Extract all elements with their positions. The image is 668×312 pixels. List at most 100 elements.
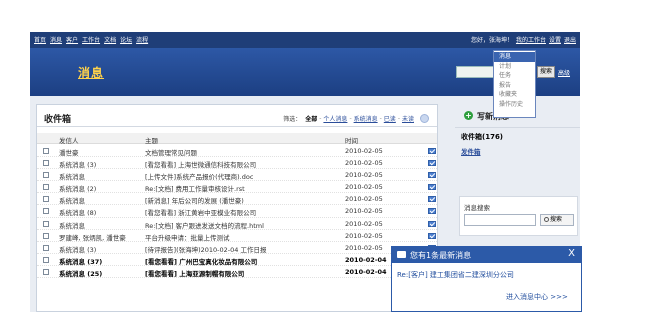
row-subject[interactable]: [看您看看] 上海世微通信科技有限公司 [145,159,256,169]
message-center-link[interactable]: 进入消息中心 >>> [506,292,568,302]
row-time: 2010-02-04 [345,267,387,276]
row-sender: 系统消息 (3) [59,245,97,254]
advanced-search-link[interactable]: 高级 [558,68,570,77]
column-time[interactable]: 时间 [345,135,358,145]
table-header: 发信人 主题 时间 [37,133,437,145]
settings-link[interactable]: 设置 [549,35,561,44]
top-nav-documents[interactable]: 文档 [104,35,116,44]
workbench-dropdown: 消息 计划 任务 报告 收藏夹 操作历史 [493,50,536,118]
row-subject[interactable]: [上传文件]系统产品报价(代理商).doc [145,171,253,181]
row-checkbox[interactable] [43,196,49,203]
top-nav-workflow[interactable]: 流程 [136,35,148,44]
row-subject[interactable]: Re:[文档] 费用工作量审核设计.rst [145,183,245,193]
filter-unread[interactable]: 未读 [402,114,414,123]
row-checkbox[interactable] [43,184,49,191]
table-row[interactable]: 系统消息 (3) [待评报告](张海坤)2010-02-04 工作日报 2010-0… [37,242,437,254]
inbox-title: 收件箱 [44,115,72,125]
row-sender: 潘世豪 [59,149,79,157]
logout-link[interactable]: 退出 [564,35,576,44]
row-checkbox[interactable] [43,244,49,251]
table-row[interactable]: 系统消息 (3) [看您看看] 上海世微通信科技有限公司 2010-02-05 [37,157,437,170]
search-title: 消息搜索 [464,204,490,212]
message-search-button[interactable]: 搜索 [540,214,574,226]
dropdown-item-history[interactable]: 操作历史 [494,100,535,110]
page-title[interactable]: 消息 [78,64,104,81]
row-time: 2010-02-05 [345,171,383,180]
top-bar: 首页 消息 客户 工作台 文档 论坛 流程 您好，张海坤！ 我的工作台 设置 退… [30,32,580,48]
greeting: 您好，张海坤！ [470,37,513,44]
table-row[interactable]: 系统消息 (8) [看您看看] 浙江黄岩中亚模业有限公司 2010-02-05 [37,205,437,218]
dropdown-item-favorites[interactable]: 收藏夹 [494,90,535,100]
refresh-icon[interactable] [420,114,429,123]
top-nav-messages[interactable]: 消息 [50,35,62,44]
filter-read[interactable]: 已读 [384,114,396,123]
row-subject[interactable]: [待评报告](张海坤)2010-02-04 工作日报 [145,244,267,254]
row-subject[interactable]: [新消息] 年后公司的发展 (潘世豪) [145,195,244,205]
row-time: 2010-02-05 [345,183,383,192]
my-workbench-link[interactable]: 我的工作台 [516,35,546,44]
new-message-popup: 您有1条最新消息 X Re:[客户] 建工集团省二建深圳分公司 进入消息中心 >… [391,246,582,312]
close-icon[interactable]: X [568,248,575,259]
table-row[interactable]: 系统消息 [新消息] 年后公司的发展 (潘世豪) 2010-02-05 [37,193,437,206]
top-nav-forum[interactable]: 论坛 [120,35,132,44]
row-subject[interactable]: [看您看看] 上海亚源制帽有限公司 [145,268,244,278]
table-row[interactable]: 罗建峰, 张炳凯, 潘世豪 平台升级申请：批量上传测试 2010-02-05 [37,230,437,242]
table-row[interactable]: 系统消息 [上传文件]系统产品报价(代理商).doc 2010-02-05 [37,169,437,182]
envelope-icon[interactable] [428,208,436,215]
envelope-icon[interactable] [428,172,436,179]
dropdown-item-tasks[interactable]: 任务 [494,71,535,81]
row-subject[interactable]: 文档管理常见问题 [145,147,197,157]
filter-personal[interactable]: 个人消息 [323,114,347,123]
popup-header: 您有1条最新消息 X [392,247,581,263]
row-subject[interactable]: [看您看看] 广州巴宝真化妆品有限公司 [145,256,257,266]
dropdown-item-plans[interactable]: 计划 [494,62,535,72]
column-subject[interactable]: 主题 [145,135,158,145]
table-row[interactable]: 系统消息 (37) [看您看看] 广州巴宝真化妆品有限公司 2010-02-04 [37,254,437,266]
inbox-filters: 筛选： 全部 - 个人消息 - 系统消息 - 已读 - 未读 [283,114,429,123]
table-row[interactable]: 系统消息 (25) [看您看看] 上海亚源制帽有限公司 2010-02-04 [37,266,437,279]
filter-label: 筛选： [283,116,302,123]
message-list: 潘世豪 文档管理常见问题 2010-02-05 系统消息 (3) [看您看看] 上海世微… [37,145,437,279]
dropdown-item-reports[interactable]: 报告 [494,81,535,91]
column-sender[interactable]: 发信人 [59,135,79,145]
top-nav-customers[interactable]: 客户 [66,35,78,44]
envelope-icon[interactable] [428,220,436,227]
row-checkbox[interactable] [43,256,49,263]
row-checkbox[interactable] [43,268,49,275]
table-row[interactable]: 潘世豪 文档管理常见问题 2010-02-05 [37,145,437,158]
filter-system[interactable]: 系统消息 [354,114,378,123]
row-checkbox[interactable] [43,172,49,179]
row-subject[interactable]: 平台升级申请：批量上传测试 [145,232,230,242]
row-checkbox[interactable] [43,208,49,215]
row-sender: 系统消息 (2) [59,185,97,194]
popup-message-link[interactable]: Re:[客户] 建工集团省二建深圳分公司 [397,270,514,280]
envelope-icon[interactable] [428,148,436,154]
row-sender: 系统消息 (8) [59,209,97,218]
top-nav-home[interactable]: 首页 [34,35,46,44]
row-sender: 系统消息 (3) [59,161,97,170]
header-search-button[interactable]: 搜索 [537,66,555,78]
dropdown-item-messages[interactable]: 消息 [494,52,535,62]
envelope-icon[interactable] [428,232,436,239]
row-time: 2010-02-05 [345,219,383,228]
row-checkbox[interactable] [43,160,49,167]
message-search-input[interactable] [464,214,536,226]
filter-all[interactable]: 全部 [305,114,317,123]
row-checkbox[interactable] [43,232,49,239]
table-row[interactable]: 系统消息 (2) Re:[文档] 费用工作量审核设计.rst 2010-02-05 [37,181,437,194]
table-row[interactable]: 系统消息 Re:[文档] 客户跟进发送文档的流程.html 2010-02-05 [37,218,437,230]
row-subject[interactable]: Re:[文档] 客户跟进发送文档的流程.html [145,220,264,230]
inbox-count[interactable]: 收件箱(176) [461,132,503,142]
row-checkbox[interactable] [43,148,49,154]
plus-icon[interactable]: + [464,111,473,120]
inbox-panel: 收件箱 筛选： 全部 - 个人消息 - 系统消息 - 已读 - 未读 发信人 主… [36,104,438,312]
envelope-icon[interactable] [428,196,436,203]
row-subject[interactable]: [看您看看] 浙江黄岩中亚模业有限公司 [145,207,256,217]
envelope-icon[interactable] [428,160,436,167]
top-nav-workbench[interactable]: 工作台 [82,35,100,44]
row-time: 2010-02-04 [345,255,387,264]
row-time: 2010-02-05 [345,231,383,240]
row-checkbox[interactable] [43,220,49,227]
envelope-icon[interactable] [428,184,436,191]
outbox-link[interactable]: 发件箱 [461,146,481,156]
